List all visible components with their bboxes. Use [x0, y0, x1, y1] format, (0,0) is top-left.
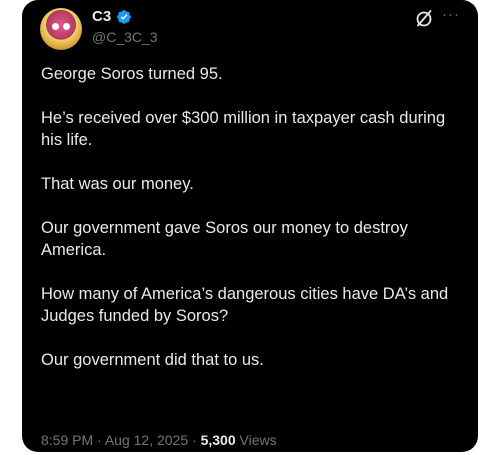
meta-separator: · [97, 432, 102, 448]
more-options-icon[interactable]: ··· [442, 6, 460, 23]
post-paragraph: George Soros turned 95. [41, 65, 223, 83]
views-label: Views [239, 432, 277, 448]
avatar-eye [63, 23, 70, 30]
post-body: George Soros turned 95. He’s received ov… [41, 63, 461, 371]
post-paragraph: He’s received over $300 million in taxpa… [41, 109, 446, 149]
avatar-eye [52, 23, 59, 30]
meta-separator: · [192, 432, 197, 448]
post-card[interactable]: C3 @C_3C_3 ··· George Soros turned 95. H… [22, 0, 478, 452]
author-name-row: C3 [92, 8, 132, 25]
post-meta: 8:59 PM · Aug 12, 2025 · 5,300 Views [41, 432, 277, 448]
post-time[interactable]: 8:59 PM [41, 432, 93, 448]
grok-slash-icon[interactable] [414, 8, 434, 28]
post-paragraph: How many of America’s dangerous cities h… [41, 285, 449, 325]
post-paragraph: Our government gave Soros our money to d… [41, 219, 408, 259]
author-display-name[interactable]: C3 [92, 8, 111, 25]
post-date[interactable]: Aug 12, 2025 [105, 432, 188, 448]
post-paragraph: That was our money. [41, 175, 194, 193]
verified-badge-icon[interactable] [116, 9, 132, 25]
post-paragraph: Our government did that to us. [41, 351, 264, 369]
views-count: 5,300 [200, 432, 236, 448]
avatar[interactable] [40, 8, 82, 50]
author-handle[interactable]: @C_3C_3 [92, 29, 158, 45]
